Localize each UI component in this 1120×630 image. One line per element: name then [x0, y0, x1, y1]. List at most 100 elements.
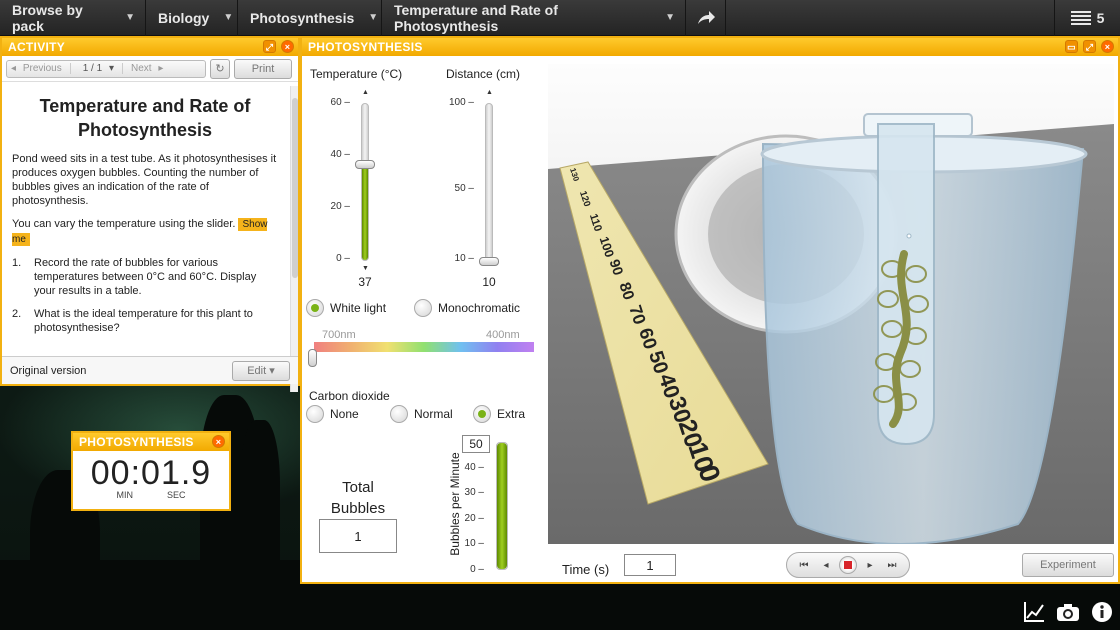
tick-label: 40 –	[330, 149, 350, 160]
tick-label: 100 –	[448, 97, 474, 108]
close-icon[interactable]: ×	[1101, 40, 1114, 53]
simulation-scene[interactable]: 0 10 20 30 40 50 60 70 80 90 100 110 120 130	[548, 64, 1114, 544]
close-icon[interactable]: ×	[212, 435, 225, 448]
white-light-radio[interactable]: White light	[306, 299, 386, 317]
radio-icon	[390, 405, 408, 423]
arrow-up-icon: ▲	[362, 89, 369, 96]
experiment-button[interactable]: Experiment	[1022, 553, 1114, 577]
distance-thumb[interactable]	[479, 257, 499, 266]
tick-text: 30	[464, 487, 476, 498]
tick-text: 40	[330, 149, 342, 160]
radio-label: None	[330, 407, 359, 421]
crumb-temperature-rate[interactable]: Temperature and Rate of Photosynthesis ▼	[382, 0, 686, 36]
chevron-down-icon: ▼	[665, 12, 675, 23]
crumb-label: Photosynthesis	[250, 9, 355, 26]
time-value: 1	[624, 554, 676, 576]
tick-label: 0 –	[470, 564, 484, 575]
menu-count: 5	[1096, 10, 1105, 26]
timer-display: 00:01.9 MIN SEC	[73, 451, 229, 505]
co2-none-radio[interactable]: None	[306, 405, 359, 423]
crumb-label: Biology	[158, 9, 210, 26]
skip-to-end-icon[interactable]: ⏭	[883, 556, 901, 574]
tick-text: 20	[464, 513, 476, 524]
monochromatic-radio[interactable]: Monochromatic	[414, 299, 520, 317]
timer-digits: 00:01.9	[90, 454, 212, 492]
refresh-icon: ↻	[215, 63, 225, 75]
tick-label: 40 –	[464, 462, 484, 473]
list-item: 1. Record the rate of bubbles for various…	[12, 256, 278, 298]
stop-button[interactable]	[839, 556, 857, 574]
sim-title-bar[interactable]: PHOTOSYNTHESIS ▭ ⤢ ×	[302, 38, 1118, 56]
timer-title-bar[interactable]: PHOTOSYNTHESIS ×	[73, 433, 229, 451]
slider-paragraph: You can vary the temperature using the s…	[12, 217, 278, 247]
top-nav-bar: Browse by pack ▼ Biology ▼ Photosynthesi…	[0, 0, 1120, 36]
temperature-thumb[interactable]	[355, 159, 375, 169]
crumb-biology[interactable]: Biology ▼	[146, 0, 238, 36]
window-title: PHOTOSYNTHESIS	[308, 40, 423, 54]
radio-selected-icon	[473, 405, 491, 423]
arrow-down-icon: ▼	[362, 265, 369, 272]
close-icon[interactable]: ×	[281, 40, 294, 53]
edit-button[interactable]: Edit ▾	[232, 360, 290, 381]
share-arrow-icon	[697, 10, 715, 24]
crumb-label: Browse by pack	[12, 1, 83, 34]
version-label: Original version	[10, 364, 87, 377]
previous-label: Previous	[22, 63, 62, 74]
bubbles-per-minute-value: 50	[462, 435, 490, 453]
bubbles-meter-fill	[497, 443, 507, 569]
temperature-value: 37	[358, 275, 372, 289]
step-forward-icon[interactable]: ▸	[861, 556, 879, 574]
temperature-slider[interactable]	[361, 103, 369, 261]
pager: ◂ Previous 1 / 1 ▾ Next ▸	[6, 59, 206, 78]
print-button[interactable]: Print	[234, 58, 292, 79]
activity-title-bar[interactable]: ACTIVITY ⤢ ×	[2, 38, 298, 56]
graph-icon[interactable]	[1022, 600, 1046, 624]
radio-icon	[306, 405, 324, 423]
tick-label: 60 –	[330, 97, 350, 108]
share-button[interactable]	[686, 0, 726, 36]
radio-label: Monochromatic	[438, 301, 521, 315]
activity-footer: Original version Edit ▾	[2, 356, 298, 384]
min-label: MIN	[116, 490, 133, 500]
distance-slider[interactable]	[485, 103, 493, 261]
tick-label: 10 –	[464, 538, 484, 549]
menu-button[interactable]: 5	[1054, 0, 1120, 36]
print-label: Print	[251, 62, 275, 75]
stop-icon	[844, 561, 852, 569]
tick-text: 50	[454, 183, 466, 194]
refresh-button[interactable]: ↻	[210, 58, 230, 79]
co2-extra-radio[interactable]: Extra	[473, 405, 525, 423]
expand-icon[interactable]: ⤢	[263, 40, 276, 53]
expand-icon[interactable]: ⤢	[1083, 40, 1096, 53]
minimize-icon[interactable]: ▭	[1065, 40, 1078, 53]
wavelength-thumb[interactable]	[308, 349, 317, 367]
tick-label: 50 –	[454, 183, 474, 194]
camera-icon[interactable]	[1056, 600, 1080, 624]
skip-to-start-icon[interactable]: ⏮	[795, 556, 813, 574]
crumb-photosynthesis[interactable]: Photosynthesis ▼	[238, 0, 382, 36]
tick-text: 10	[454, 253, 466, 264]
bubbles-per-minute-label: Bubbles per Minute	[448, 452, 462, 556]
beaker-scene-illustration: 0102030405060708090100110120130	[548, 64, 1114, 544]
activity-scrollbar[interactable]	[290, 86, 298, 392]
step-text: Record the rate of bubbles for various t…	[34, 257, 257, 297]
info-icon[interactable]	[1090, 600, 1114, 624]
tick-label: 10 –	[454, 253, 474, 264]
step-back-icon[interactable]: ◂	[817, 556, 835, 574]
next-button[interactable]: Next ▸	[123, 63, 167, 74]
distance-value: 10	[482, 275, 496, 289]
previous-button[interactable]: ◂ Previous	[7, 63, 70, 74]
crumb-browse-by-pack[interactable]: Browse by pack ▼	[0, 0, 146, 36]
tick-text: 60	[330, 97, 342, 108]
sec-label: SEC	[166, 490, 186, 500]
co2-normal-radio[interactable]: Normal	[390, 405, 453, 423]
edit-label: Edit	[247, 364, 267, 377]
scrollbar-thumb[interactable]	[292, 98, 298, 278]
next-label: Next	[131, 63, 152, 74]
wavelength-spectrum[interactable]	[314, 342, 534, 352]
crumb-label: Temperature and Rate of Photosynthesis	[394, 1, 558, 34]
window-title: ACTIVITY	[8, 40, 66, 54]
intro-paragraph: Pond weed sits in a test tube. As it pho…	[12, 153, 277, 207]
time-label: Time (s)	[562, 562, 610, 577]
page-indicator[interactable]: 1 / 1 ▾	[69, 63, 123, 74]
